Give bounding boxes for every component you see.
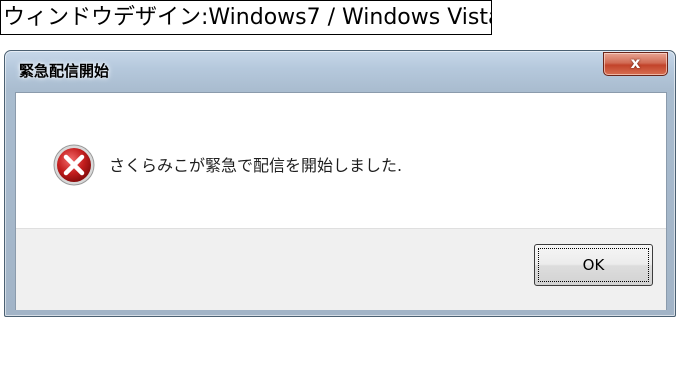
ok-button[interactable]: OK [534, 244, 653, 286]
window-title: 緊急配信開始 [19, 62, 110, 80]
dialog-client-area: さくらみこが緊急で配信を開始しました. OK [15, 92, 667, 310]
error-icon [53, 144, 95, 186]
dialog-window: 緊急配信開始 x さくらみこが緊急で配信を開始しました. OK [4, 50, 676, 317]
close-button[interactable]: x [603, 52, 668, 76]
close-icon: x [630, 54, 641, 72]
message-area: さくらみこが緊急で配信を開始しました. [16, 93, 666, 228]
message-text: さくらみこが緊急で配信を開始しました. [109, 156, 403, 175]
button-area: OK [16, 228, 666, 310]
design-caption: ウィンドウデザイン:Windows7 / Windows Vista [0, 0, 492, 35]
